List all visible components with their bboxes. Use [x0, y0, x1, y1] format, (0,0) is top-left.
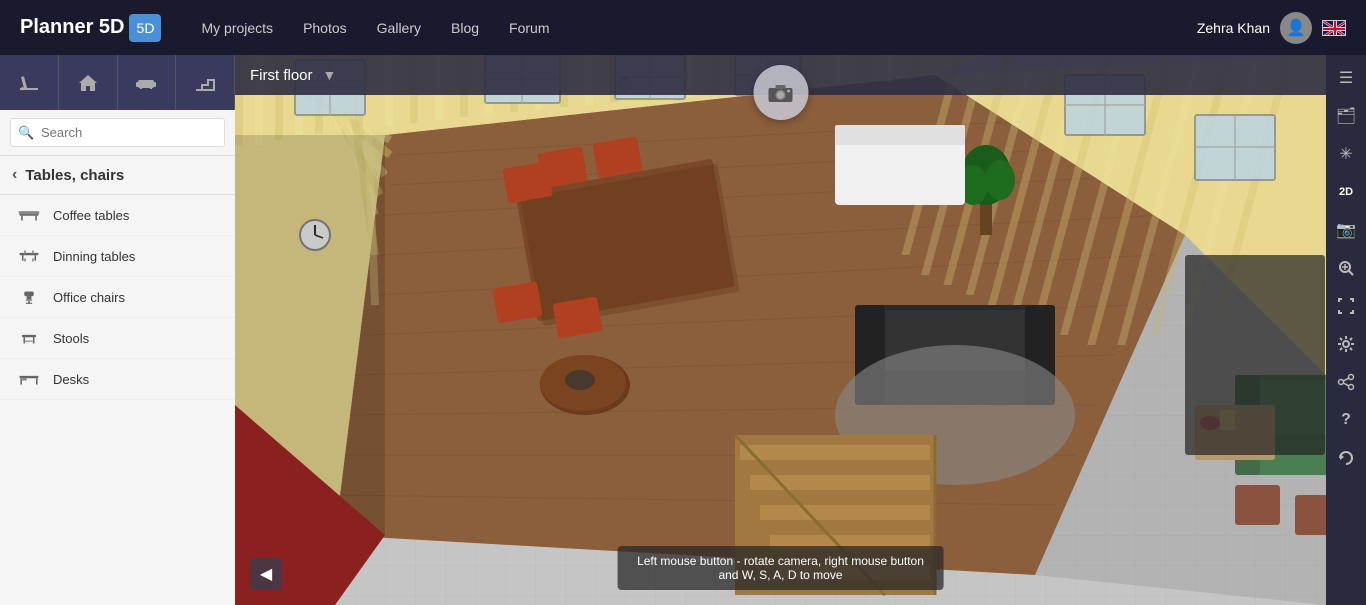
folder-icon: 🗂 [1336, 106, 1356, 126]
floor-dropdown-arrow: ▼ [323, 67, 337, 83]
home-btn[interactable] [59, 55, 118, 110]
desks-label: Desks [53, 372, 89, 387]
scene-container: Left mouse button - rotate camera, right… [235, 55, 1326, 605]
fullscreen-btn[interactable] [1327, 288, 1365, 324]
tooltip-line2: and W, S, A, D to move [637, 568, 924, 582]
2d-view-btn[interactable]: 2D [1327, 174, 1365, 210]
hamburger-menu-btn[interactable]: ☰ [1327, 60, 1365, 96]
open-file-btn[interactable]: 🗂 [1327, 98, 1365, 134]
nav-forum[interactable]: Forum [509, 20, 549, 36]
furniture-btn[interactable] [118, 55, 177, 110]
desk-icon [15, 369, 43, 389]
list-item[interactable]: Dinning tables [0, 236, 235, 277]
search-box: 🔍 [0, 110, 235, 156]
nav-arrow-left[interactable]: ◀ [250, 558, 282, 590]
undo-btn[interactable] [1327, 440, 1365, 476]
help-icon: ? [1341, 411, 1351, 429]
help-btn[interactable]: ? [1327, 402, 1365, 438]
list-item[interactable]: Office chairs [0, 277, 235, 318]
user-name: Zehra Khan [1197, 20, 1270, 36]
sidebar-toolbar [0, 55, 235, 110]
sidebar: 🔍 ‹ Tables, chairs Coffee tables [0, 55, 235, 605]
pencil-icon [18, 72, 40, 94]
user-avatar[interactable]: 👤 [1280, 12, 1312, 44]
menu-items: Coffee tables Dinning tables [0, 195, 235, 605]
stools-label: Stools [53, 331, 89, 346]
tooltip-line1: Left mouse button - rotate camera, right… [637, 554, 924, 568]
nav-my-projects[interactable]: My projects [201, 20, 273, 36]
stairs-icon [194, 72, 216, 94]
2d-label: 2D [1339, 186, 1353, 198]
nav-right: Zehra Khan 👤 [1197, 12, 1346, 44]
tooltip-bar: Left mouse button - rotate camera, right… [617, 546, 944, 590]
draw-room-btn[interactable] [0, 55, 59, 110]
fullscreen-icon [1337, 297, 1355, 315]
top-navigation: Planner 5D 5D My projects Photos Gallery… [0, 0, 1366, 55]
nav-blog[interactable]: Blog [451, 20, 479, 36]
settings-icon [1337, 335, 1355, 353]
nav-photos[interactable]: Photos [303, 20, 347, 36]
screenshot-panel-btn[interactable]: 📷 [1327, 212, 1365, 248]
list-item[interactable]: Stools [0, 318, 235, 359]
screenshot-button[interactable] [753, 65, 808, 120]
search-input[interactable] [10, 118, 225, 147]
category-header[interactable]: ‹ Tables, chairs [0, 156, 235, 195]
list-item[interactable]: Coffee tables [0, 195, 235, 236]
search-wrapper: 🔍 [10, 118, 225, 147]
zoom-icon [1337, 259, 1355, 277]
arrow-left-icon: ◀ [260, 564, 272, 584]
share-btn[interactable] [1327, 364, 1365, 400]
camera-icon [767, 82, 795, 104]
office-chair-icon [15, 287, 43, 307]
logo-text: Planner 5D [20, 16, 124, 39]
room-scene-svg [235, 55, 1326, 605]
logo[interactable]: Planner 5D 5D [20, 14, 161, 42]
main-view[interactable]: Left mouse button - rotate camera, right… [235, 55, 1326, 605]
stool-icon [15, 328, 43, 348]
office-chairs-label: Office chairs [53, 290, 125, 305]
hamburger-icon: ☰ [1339, 68, 1353, 88]
sofa-icon [135, 72, 157, 94]
share-icon [1337, 373, 1355, 391]
floor-label: First floor [250, 67, 313, 84]
coffee-table-icon [15, 205, 43, 225]
asterisk-icon: ✳ [1339, 144, 1352, 164]
undo-icon [1337, 449, 1355, 467]
coffee-tables-label: Coffee tables [53, 208, 129, 223]
home-icon [77, 72, 99, 94]
list-item[interactable]: Desks [0, 359, 235, 400]
right-panel: ☰ 🗂 ✳ 2D 📷 [1326, 55, 1366, 605]
dinning-table-icon [15, 246, 43, 266]
language-flag[interactable] [1322, 20, 1346, 36]
stairs-btn[interactable] [176, 55, 235, 110]
search-icon: 🔍 [18, 125, 34, 141]
zoom-search-btn[interactable] [1327, 250, 1365, 286]
nav-gallery[interactable]: Gallery [377, 20, 421, 36]
back-arrow-icon: ‹ [12, 166, 17, 184]
logo-icon: 5D [129, 14, 161, 42]
effects-btn[interactable]: ✳ [1327, 136, 1365, 172]
settings-btn[interactable] [1327, 326, 1365, 362]
dinning-tables-label: Dinning tables [53, 249, 135, 264]
camera-panel-icon: 📷 [1336, 220, 1356, 240]
category-title: Tables, chairs [25, 167, 124, 184]
nav-links: My projects Photos Gallery Blog Forum [201, 20, 1196, 36]
